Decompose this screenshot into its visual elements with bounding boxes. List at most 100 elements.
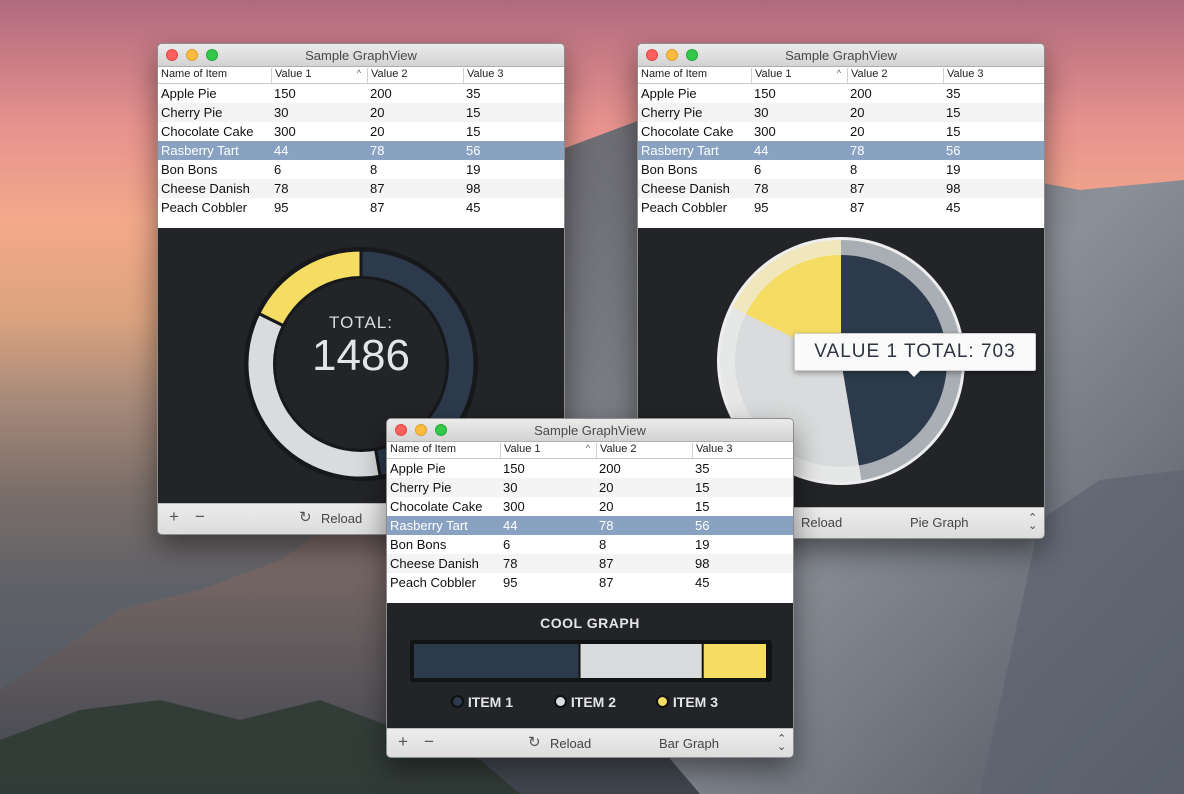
select-arrows-icon[interactable]: ⌃ ⌄ bbox=[1028, 513, 1037, 532]
table-row[interactable]: Apple Pie 150 200 35 bbox=[158, 84, 564, 103]
cell-value1: 44 bbox=[503, 518, 518, 533]
column-header-value2[interactable]: Value 2 bbox=[596, 443, 692, 458]
add-button[interactable]: + bbox=[398, 732, 408, 752]
table-row-selected[interactable]: Rasberry Tart 44 78 56 bbox=[638, 141, 1044, 160]
graph-type-select[interactable]: Pie Graph bbox=[910, 515, 969, 530]
table-row[interactable]: Bon Bons 6 8 19 bbox=[387, 535, 793, 554]
cell-value1: 44 bbox=[754, 143, 769, 158]
bar-segment-3[interactable] bbox=[703, 644, 766, 678]
cell-value1: 78 bbox=[754, 181, 769, 196]
table-row[interactable]: Cheese Danish 78 87 98 bbox=[158, 179, 564, 198]
legend-label-2: ITEM 2 bbox=[570, 694, 617, 710]
cell-value1: 6 bbox=[503, 537, 511, 552]
reload-button[interactable]: Reload bbox=[321, 511, 362, 526]
cell-value1: 300 bbox=[754, 124, 776, 139]
table-row[interactable]: Cherry Pie 30 20 15 bbox=[387, 478, 793, 497]
title-bar[interactable]: Sample GraphView bbox=[158, 44, 564, 67]
column-header-value2[interactable]: Value 2 bbox=[367, 68, 463, 83]
table-row[interactable]: Apple Pie 150 200 35 bbox=[387, 459, 793, 478]
table-header: Name of Item Value 1 ^ Value 2 Value 3 bbox=[638, 67, 1044, 84]
cell-name: Cheese Danish bbox=[641, 181, 730, 196]
table-row[interactable]: Chocolate Cake 300 20 15 bbox=[387, 497, 793, 516]
cell-value3: 19 bbox=[695, 537, 710, 552]
remove-button[interactable]: − bbox=[424, 732, 434, 752]
column-header-name[interactable]: Name of Item bbox=[387, 443, 500, 458]
cell-value1: 30 bbox=[754, 105, 769, 120]
legend-item-2: ITEM 2 bbox=[554, 694, 616, 710]
cell-name: Chocolate Cake bbox=[161, 124, 254, 139]
cell-value2: 87 bbox=[599, 556, 614, 571]
reload-icon[interactable]: ↻ bbox=[528, 733, 541, 751]
table-row[interactable]: Peach Cobbler 95 87 45 bbox=[387, 573, 793, 592]
cell-value3: 15 bbox=[466, 124, 481, 139]
graph-type-select[interactable]: Bar Graph bbox=[659, 736, 719, 751]
title-bar[interactable]: Sample GraphView bbox=[387, 419, 793, 442]
tooltip-text: VALUE 1 TOTAL: 703 bbox=[814, 341, 1016, 362]
cell-name: Chocolate Cake bbox=[641, 124, 734, 139]
bar-segment-1[interactable] bbox=[414, 644, 579, 678]
cell-value2: 78 bbox=[370, 143, 385, 158]
legend-label-1: ITEM 1 bbox=[467, 694, 514, 710]
cell-value2: 200 bbox=[370, 86, 392, 101]
legend: ITEM 1 ITEM 2 ITEM 3 bbox=[387, 694, 793, 712]
remove-button[interactable]: − bbox=[195, 507, 205, 527]
data-table[interactable]: Name of Item Value 1 ^ Value 2 Value 3 Ap… bbox=[387, 442, 793, 603]
add-button[interactable]: + bbox=[169, 507, 179, 527]
reload-icon[interactable]: ↻ bbox=[299, 508, 312, 526]
table-row[interactable]: Peach Cobbler 95 87 45 bbox=[638, 198, 1044, 217]
table-row[interactable]: Cheese Danish 78 87 98 bbox=[638, 179, 1044, 198]
data-table[interactable]: Name of Item Value 1 ^ Value 2 Value 3 Ap… bbox=[158, 67, 564, 228]
table-row[interactable]: Bon Bons 6 8 19 bbox=[638, 160, 1044, 179]
legend-item-1: ITEM 1 bbox=[451, 694, 513, 710]
sort-ascending-icon: ^ bbox=[356, 68, 361, 78]
table-row[interactable]: Cherry Pie 30 20 15 bbox=[158, 103, 564, 122]
table-row[interactable]: Chocolate Cake 300 20 15 bbox=[638, 122, 1044, 141]
column-header-value1[interactable]: Value 1 ^ bbox=[271, 68, 367, 83]
cell-name: Peach Cobbler bbox=[390, 575, 476, 590]
column-header-name[interactable]: Name of Item bbox=[158, 68, 271, 83]
legend-swatch-2 bbox=[554, 695, 567, 708]
table-empty-area bbox=[158, 217, 564, 228]
cell-value1: 30 bbox=[274, 105, 289, 120]
reload-button[interactable]: Reload bbox=[550, 736, 591, 751]
window-title: Sample GraphView bbox=[534, 423, 646, 438]
table-row[interactable]: Chocolate Cake 300 20 15 bbox=[158, 122, 564, 141]
cell-value1: 78 bbox=[503, 556, 518, 571]
window-title: Sample GraphView bbox=[305, 48, 417, 63]
bar-segment-2[interactable] bbox=[580, 644, 702, 678]
cell-value3: 15 bbox=[695, 480, 710, 495]
cell-value1: 30 bbox=[503, 480, 518, 495]
column-header-label: Value 1 bbox=[504, 443, 541, 455]
cell-name: Apple Pie bbox=[390, 461, 446, 476]
cell-name: Bon Bons bbox=[161, 162, 218, 177]
legend-swatch-3 bbox=[656, 695, 669, 708]
column-header-value1[interactable]: Value 1 ^ bbox=[751, 68, 847, 83]
cell-value2: 20 bbox=[599, 499, 614, 514]
table-row[interactable]: Peach Cobbler 95 87 45 bbox=[158, 198, 564, 217]
table-row[interactable]: Apple Pie 150 200 35 bbox=[638, 84, 1044, 103]
column-header-name[interactable]: Name of Item bbox=[638, 68, 751, 83]
table-row[interactable]: Cheese Danish 78 87 98 bbox=[387, 554, 793, 573]
cell-name: Peach Cobbler bbox=[641, 200, 727, 215]
data-table[interactable]: Name of Item Value 1 ^ Value 2 Value 3 Ap… bbox=[638, 67, 1044, 228]
title-bar[interactable]: Sample GraphView bbox=[638, 44, 1044, 67]
cell-value2: 87 bbox=[370, 200, 385, 215]
column-header-value3[interactable]: Value 3 bbox=[463, 68, 563, 83]
reload-button[interactable]: Reload bbox=[801, 515, 842, 530]
cell-name: Bon Bons bbox=[641, 162, 698, 177]
cell-name: Cherry Pie bbox=[390, 480, 452, 495]
column-header-value3[interactable]: Value 3 bbox=[692, 443, 792, 458]
column-header-value1[interactable]: Value 1 ^ bbox=[500, 443, 596, 458]
table-row[interactable]: Cherry Pie 30 20 15 bbox=[638, 103, 1044, 122]
sort-ascending-icon: ^ bbox=[836, 68, 841, 78]
column-header-value3[interactable]: Value 3 bbox=[943, 68, 1043, 83]
window-bar-graph: Sample GraphView Name of Item Value 1 ^ V… bbox=[386, 418, 794, 758]
column-header-value2[interactable]: Value 2 bbox=[847, 68, 943, 83]
table-row-selected[interactable]: Rasberry Tart 44 78 56 bbox=[158, 141, 564, 160]
table-row-selected[interactable]: Rasberry Tart 44 78 56 bbox=[387, 516, 793, 535]
select-arrows-icon[interactable]: ⌃ ⌄ bbox=[777, 734, 786, 753]
tooltip-pointer bbox=[907, 370, 921, 377]
cell-value2: 200 bbox=[599, 461, 621, 476]
cell-name: Cheese Danish bbox=[390, 556, 479, 571]
table-row[interactable]: Bon Bons 6 8 19 bbox=[158, 160, 564, 179]
